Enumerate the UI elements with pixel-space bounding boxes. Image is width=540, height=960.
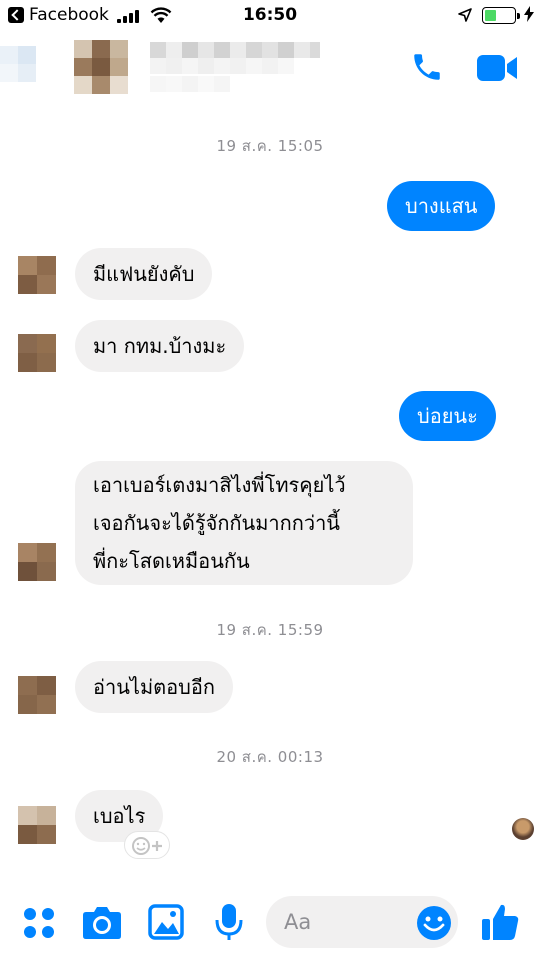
message-text-line: เอาเบอร์เตงมาสิไงพี่โทรคุยไว้ (93, 473, 346, 497)
incoming-message[interactable]: มีแฟนยังคับ (75, 248, 213, 300)
contact-avatar (18, 334, 56, 372)
message-text: เบอไร (93, 804, 146, 828)
video-camera-icon[interactable] (476, 54, 518, 82)
outgoing-message[interactable]: บางแสน (387, 181, 496, 231)
contact-avatar (18, 806, 56, 844)
message-text: อ่านไม่ตอบอีก (93, 675, 215, 699)
message-text: บางแสน (405, 194, 478, 218)
message-text-line: เจอกันจะได้รู้จักกันมากกว่านี้ (93, 511, 340, 535)
message-text: บ่อยนะ (417, 404, 478, 428)
message-input-container[interactable] (266, 896, 458, 948)
contact-avatar (18, 543, 56, 581)
camera-icon[interactable] (82, 904, 122, 940)
message-text-line: พี่กะโสดเหมือนกัน (93, 549, 250, 573)
contact-avatar (18, 256, 56, 294)
conversation-header (0, 32, 540, 110)
incoming-message[interactable]: มา กทม.บ้างมะ (75, 320, 245, 372)
contact-avatar (18, 676, 56, 714)
contact-name-blurred[interactable] (150, 42, 350, 102)
thumbs-up-icon[interactable] (480, 902, 520, 942)
add-reaction-button[interactable] (124, 831, 170, 859)
add-reaction-icon (132, 837, 162, 855)
message-text: มา กทม.บ้างมะ (93, 334, 227, 358)
microphone-icon[interactable] (214, 902, 244, 942)
status-bar: Facebook 16:50 (0, 0, 540, 32)
emoji-icon[interactable] (416, 905, 452, 941)
gallery-icon[interactable] (148, 904, 184, 940)
location-arrow-icon (458, 8, 472, 22)
phone-icon[interactable] (410, 50, 444, 84)
outgoing-message[interactable]: บ่อยนะ (399, 391, 496, 441)
message-composer (0, 892, 540, 952)
message-text: มีแฟนยังคับ (93, 262, 195, 286)
message-timestamp: 20 ส.ค. 00:13 (216, 748, 324, 766)
seen-indicator-avatar (512, 818, 534, 840)
incoming-message[interactable]: อ่านไม่ตอบอีก (75, 661, 233, 713)
apps-icon[interactable] (22, 906, 56, 940)
incoming-message[interactable]: เอาเบอร์เตงมาสิไงพี่โทรคุยไว้ เจอกันจะได… (75, 461, 413, 585)
message-timestamp: 19 ส.ค. 15:05 (216, 137, 324, 155)
battery-icon (482, 7, 520, 24)
message-timestamp: 19 ส.ค. 15:59 (216, 621, 324, 639)
message-input[interactable] (284, 904, 414, 940)
charging-bolt-icon (524, 6, 534, 22)
contact-avatar-blurred[interactable] (0, 32, 150, 102)
